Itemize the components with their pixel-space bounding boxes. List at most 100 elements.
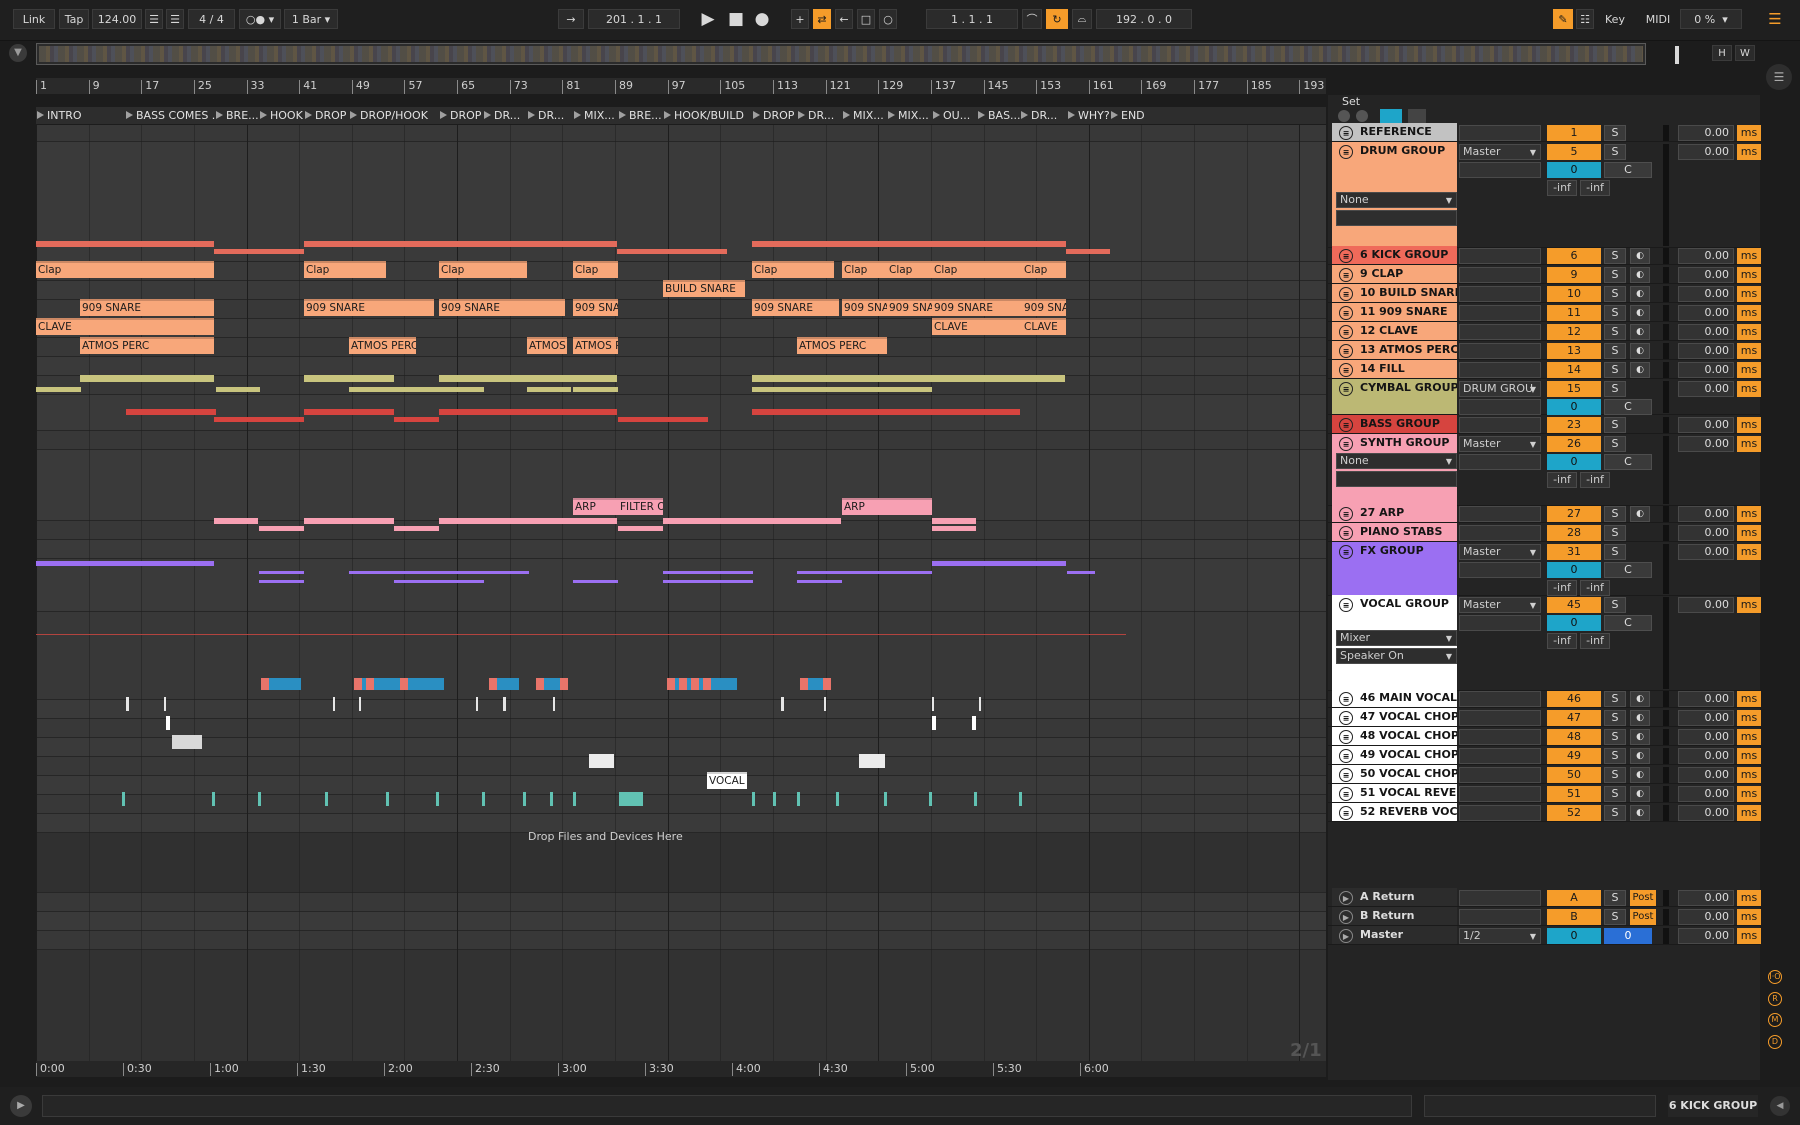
- track-fold-icon[interactable]: ≡: [1339, 787, 1353, 801]
- clip-strip[interactable]: [349, 241, 439, 247]
- clip-strip[interactable]: [36, 561, 214, 566]
- punch-out-icon[interactable]: ⌓: [1072, 9, 1092, 29]
- clip-strip[interactable]: [550, 792, 553, 806]
- track-delay-field[interactable]: 0.00: [1678, 691, 1734, 707]
- track-fold-icon[interactable]: ≡: [1339, 730, 1353, 744]
- arm-button[interactable]: ◐: [1630, 786, 1650, 802]
- output-routing[interactable]: [1459, 691, 1541, 707]
- clip-strip[interactable]: [394, 526, 439, 531]
- track-fold-icon[interactable]: ≡: [1339, 711, 1353, 725]
- track-name-header[interactable]: ≡ CYMBAL GROUP: [1332, 379, 1457, 414]
- track-activator[interactable]: 51: [1547, 786, 1601, 802]
- clip-strip[interactable]: [325, 792, 328, 806]
- clip-strip[interactable]: [573, 792, 576, 806]
- output-routing[interactable]: [1459, 417, 1541, 433]
- arm-button[interactable]: ◐: [1630, 362, 1650, 378]
- clip-strip[interactable]: [439, 241, 617, 247]
- follow-icon[interactable]: →: [558, 9, 584, 29]
- track-name-header[interactable]: ≡ 48 VOCAL CHOP: [1332, 727, 1457, 745]
- track-delay-field[interactable]: 0.00: [1678, 381, 1734, 397]
- pan-field[interactable]: 0: [1547, 562, 1601, 578]
- arrangement-clip[interactable]: ATMOS PERC: [349, 337, 416, 354]
- track-fold-icon[interactable]: ≡: [1339, 249, 1353, 263]
- track-fold-icon[interactable]: ▶: [1339, 910, 1353, 924]
- clip-strip[interactable]: [800, 678, 808, 690]
- clip-strip[interactable]: [439, 571, 529, 574]
- solo-button[interactable]: S: [1604, 286, 1626, 302]
- delay-unit-button[interactable]: ms: [1737, 928, 1761, 944]
- solo-button[interactable]: S: [1604, 748, 1626, 764]
- beat-time-ruler[interactable]: 1 9 17 25 33 41 49 57 65 73 81 89 97 105 113 121 129 137 1…: [36, 78, 1326, 94]
- track-lane[interactable]: [36, 262, 1326, 281]
- track-name-header[interactable]: ≡ PIANO STABS: [1332, 523, 1457, 541]
- track-delay-field[interactable]: 0.00: [1678, 805, 1734, 821]
- mixer-section-icon[interactable]: ☰: [1766, 64, 1792, 90]
- delay-unit-button[interactable]: ms: [1737, 767, 1761, 783]
- delay-unit-button[interactable]: ms: [1737, 805, 1761, 821]
- output-routing[interactable]: [1459, 286, 1541, 302]
- clip-strip[interactable]: [691, 678, 699, 690]
- track-lane[interactable]: [36, 931, 1326, 950]
- arrangement-clip[interactable]: ATMOS P: [573, 337, 618, 354]
- track-activator[interactable]: 13: [1547, 343, 1601, 359]
- solo-button[interactable]: S: [1604, 691, 1626, 707]
- locator-marker[interactable]: HOOK: [259, 108, 304, 123]
- arrangement-clip[interactable]: 909 SNARE: [752, 299, 839, 316]
- return-activator[interactable]: A: [1547, 890, 1601, 906]
- sends-field[interactable]: [1459, 562, 1541, 578]
- track-fold-icon[interactable]: ≡: [1339, 382, 1353, 396]
- arrangement-clip[interactable]: Clap: [36, 261, 214, 278]
- track-fold-icon[interactable]: ≡: [1339, 437, 1353, 451]
- track-fold-icon[interactable]: ≡: [1339, 545, 1353, 559]
- solo-button[interactable]: S: [1604, 381, 1626, 397]
- arm-button[interactable]: ◐: [1630, 729, 1650, 745]
- center-pan-button[interactable]: C: [1604, 454, 1652, 470]
- arrangement-clip[interactable]: VOCAL C: [707, 772, 747, 789]
- clip-strip[interactable]: [304, 409, 394, 415]
- clip-strip[interactable]: [752, 375, 1065, 382]
- track-fold-icon[interactable]: ≡: [1339, 418, 1353, 432]
- clip-strip[interactable]: [932, 526, 976, 531]
- clip-strip[interactable]: [979, 697, 981, 711]
- clip-strip[interactable]: [842, 241, 1066, 247]
- arrangement-overview[interactable]: [36, 43, 1679, 65]
- track-activator[interactable]: 50: [1547, 767, 1601, 783]
- track-activator[interactable]: 23: [1547, 417, 1601, 433]
- locator-marker[interactable]: DROP: [304, 108, 349, 123]
- return-name-header[interactable]: ▶ A Return: [1332, 888, 1457, 906]
- track-fold-icon[interactable]: ▶: [1339, 891, 1353, 905]
- clip-strip[interactable]: [1066, 249, 1110, 254]
- clip-strip[interactable]: [560, 678, 568, 690]
- track-lane[interactable]: [36, 559, 1326, 612]
- output-routing[interactable]: [1459, 506, 1541, 522]
- output-routing[interactable]: [1459, 890, 1541, 906]
- delay-unit-button[interactable]: ms: [1737, 248, 1761, 264]
- arrangement-clip[interactable]: 909 SNARE: [439, 299, 565, 316]
- delay-unit-button[interactable]: ms: [1737, 381, 1761, 397]
- sends-field[interactable]: [1459, 399, 1541, 415]
- output-routing[interactable]: [1459, 305, 1541, 321]
- clip-strip[interactable]: [929, 792, 932, 806]
- arm-button[interactable]: ◐: [1630, 286, 1650, 302]
- delay-unit-button[interactable]: ms: [1737, 144, 1761, 160]
- clip-strip[interactable]: [797, 571, 842, 574]
- arrangement-clip[interactable]: Clap: [932, 261, 1022, 278]
- clip-strip[interactable]: [261, 678, 269, 690]
- delay-unit-button[interactable]: ms: [1737, 417, 1761, 433]
- arrangement-clip[interactable]: Clap: [439, 261, 527, 278]
- center-pan-button[interactable]: C: [1604, 399, 1652, 415]
- clip-strip[interactable]: [349, 571, 439, 574]
- output-routing[interactable]: Master: [1459, 597, 1541, 613]
- delay-unit-button[interactable]: ms: [1737, 436, 1761, 452]
- solo-button[interactable]: S: [1604, 144, 1626, 160]
- delay-unit-button[interactable]: ms: [1737, 890, 1761, 906]
- metronome-toggle[interactable]: ○● ▾: [239, 9, 281, 29]
- clip-strip[interactable]: [589, 754, 614, 768]
- tap-tempo-button[interactable]: Tap: [59, 9, 89, 29]
- output-routing[interactable]: Master: [1459, 544, 1541, 560]
- solo-button[interactable]: S: [1604, 525, 1626, 541]
- track-name-header[interactable]: ≡ 9 CLAP: [1332, 265, 1457, 283]
- track-activator[interactable]: 12: [1547, 324, 1601, 340]
- clip-strip[interactable]: [797, 792, 800, 806]
- clip-strip[interactable]: [482, 792, 485, 806]
